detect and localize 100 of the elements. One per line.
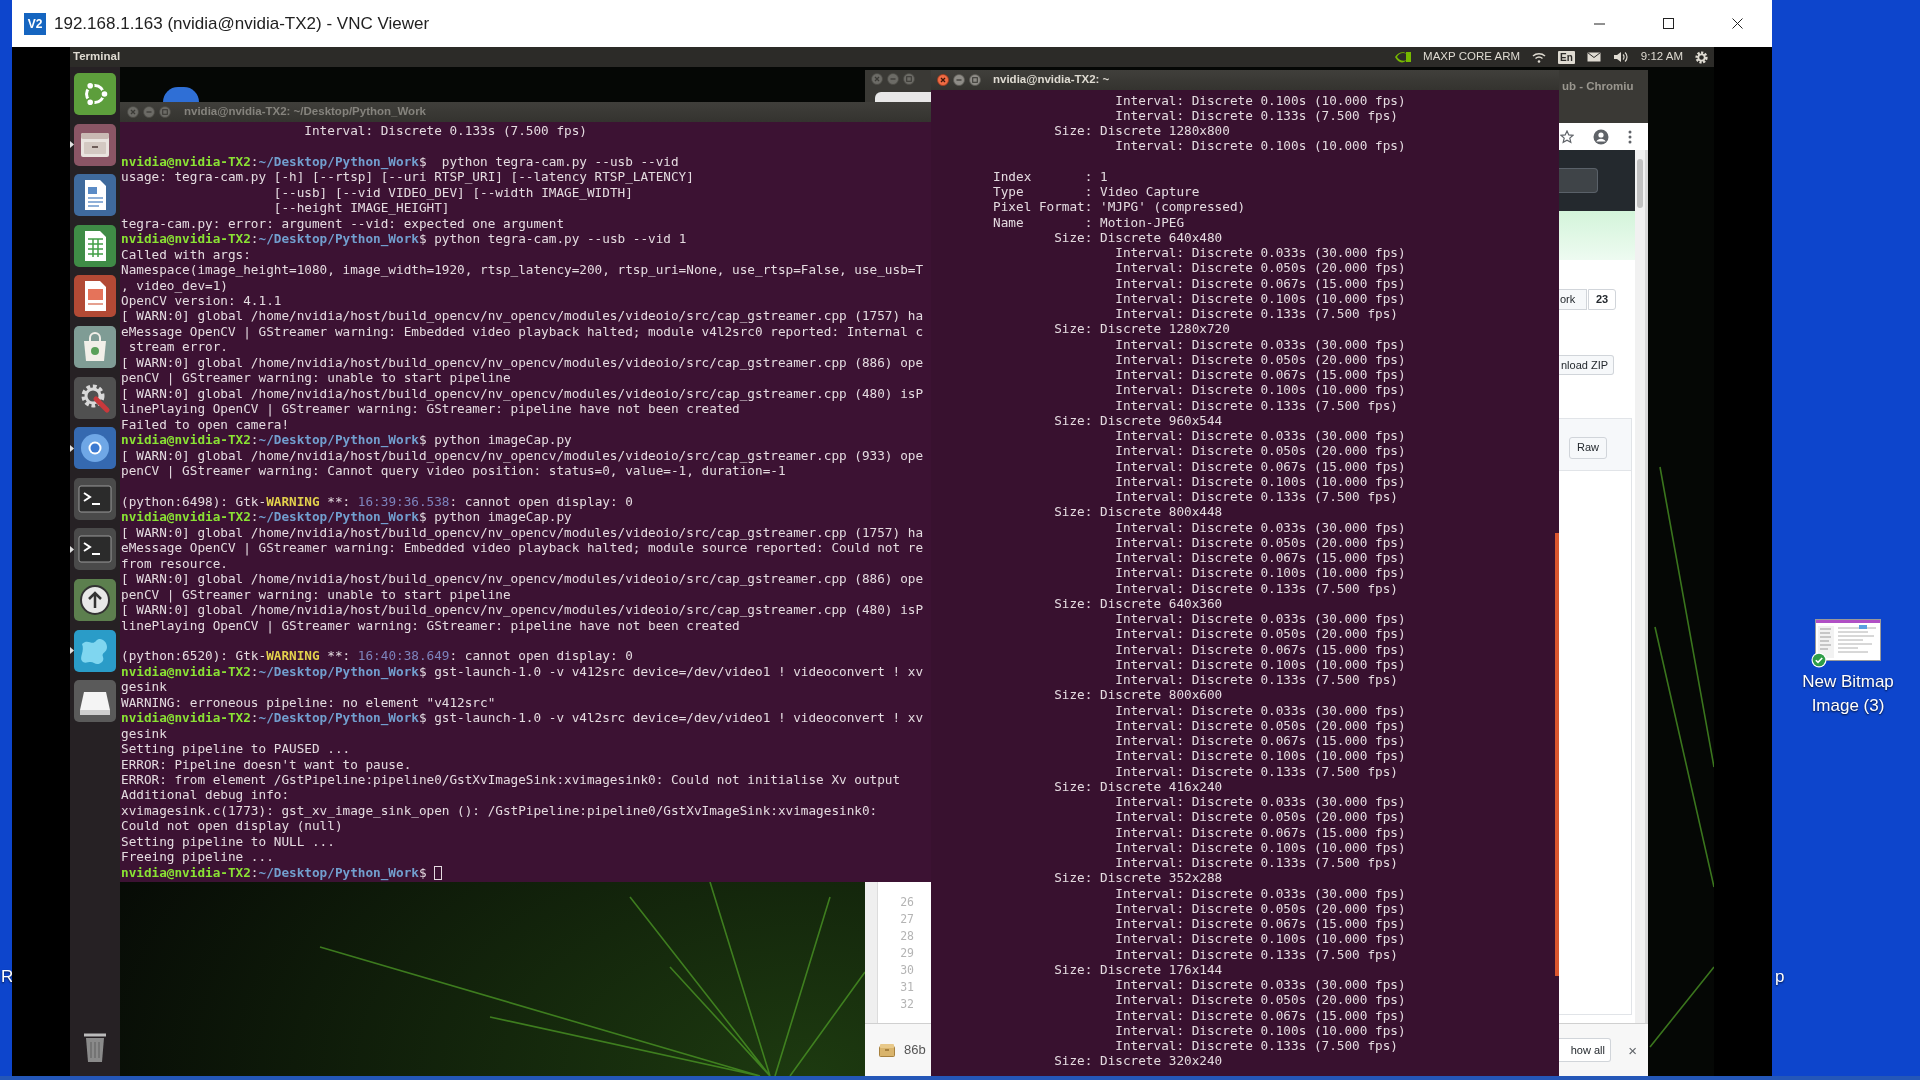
output-line: ERROR: from element /GstPipeline:pipeline0/GstXvImageSink:xvimagesink0: Could not initialise Xv output [121,772,901,788]
frame-size-line: Size: Discrete 320x240 [1054,1053,1223,1069]
frame-interval-line: Interval: Discrete 0.100s (10.000 fps) [1115,290,1406,306]
download-item[interactable]: 86b [865,1040,926,1060]
output-line: stream error. [128,339,228,355]
line-number: 29 [900,945,914,962]
frame-interval-line: Interval: Discrete 0.033s (30.000 fps) [1115,702,1406,718]
fork-count[interactable]: 23 [1588,289,1616,310]
frame-interval-line: Interval: Discrete 0.050s (20.000 fps) [1115,992,1406,1008]
command-line: nvidia@nvidia-TX2:~/Desktop/Python_Work$ gst-launch-1.0 -v v4l2src device=/dev/video1 ! videoconvert ! xv [121,710,924,726]
command-line: nvidia@nvidia-TX2:~/Desktop/Python_Work$ [121,864,427,880]
eye-logo-icon[interactable] [1394,51,1412,63]
drive-icon[interactable] [74,680,116,723]
line-number: 32 [900,996,914,1013]
line-number: 31 [900,979,914,996]
frame-interval-line: Interval: Discrete 0.067s (15.000 fps) [1115,550,1406,565]
frame-interval-line: Interval: Discrete 0.050s (20.000 fps) [1115,900,1406,916]
frame-interval-line: Interval: Discrete 0.033s (30.000 fps) [1115,611,1406,626]
warning-line: (python:6498): Gtk-WARNING **: 16:39:36.538: cannot open display: 0 [121,493,633,509]
desktop-icon-label[interactable]: p [1775,966,1785,988]
frame-interval-line: Interval: Discrete 0.133s (7.500 fps) [1115,489,1398,504]
frame-interval-line: Interval: Discrete 0.100s (10.000 fps) [1115,473,1406,489]
presentation-icon[interactable] [74,275,116,318]
line-number: 28 [900,928,914,945]
envelope-icon[interactable] [1586,52,1601,62]
wifi-icon[interactable] [1532,51,1546,63]
minimize-button[interactable] [953,74,965,86]
output-line: linePlaying OpenCV | GStreamer warning: GStreamer: pipeline have not been created [121,617,740,633]
close-button[interactable] [937,74,949,86]
frame-interval-line: Interval: Discrete 0.067s (15.000 fps) [1115,824,1406,840]
splash-icon[interactable] [74,629,116,672]
frame-interval-line: Interval: Discrete 0.050s (20.000 fps) [1115,534,1406,550]
image-thumbnail[interactable] [1815,619,1881,661]
clock[interactable]: 9:12 AM [1640,48,1683,66]
line-number: 30 [900,962,914,979]
desktop-icon-label[interactable]: New Bitmap Image (3) [1790,670,1906,718]
output-line: Interval: Discrete 0.133s (7.500 fps) [304,123,587,138]
search-field[interactable] [1559,168,1598,193]
frame-interval-line: Interval: Discrete 0.100s (10.000 fps) [1115,931,1406,947]
output-line: , video_dev=1) [121,277,228,293]
gear-wrench-icon[interactable] [74,376,116,419]
line-number: 26 [900,894,914,911]
bag-icon[interactable] [74,325,116,368]
frame-interval-line: Interval: Discrete 0.067s (15.000 fps) [1115,733,1406,748]
output-line: gesink [121,725,167,741]
indicator-label[interactable]: MAXP CORE ARM [1423,48,1520,66]
raw-button[interactable]: Raw [1569,436,1607,459]
close-button[interactable]: × [1628,1042,1637,1058]
format-field: Index : 1 [993,168,1108,184]
spreadsheet-icon[interactable] [74,224,116,267]
command-line: nvidia@nvidia-TX2:~/Desktop/Python_Work$ gst-launch-1.0 -v v412src device=/dev/video1 ! videoconvert ! xv [121,663,924,679]
keyboard-layout-indicator[interactable]: En [1558,50,1575,64]
output-line: [--height IMAGE_HEIGHT] [273,200,450,216]
output-line: [ WARN:0] global /home/nvidia/host/build_opencv/nv_opencv/modules/videoio/src/cap_gstreamer.cpp (933) ope [121,447,924,463]
frame-interval-line: Interval: Discrete 0.050s (20.000 fps) [1115,351,1406,367]
download-zip-button[interactable]: nload ZIP [1559,355,1614,375]
frame-interval-line: Interval: Discrete 0.033s (30.000 fps) [1115,336,1406,352]
output-line: Setting pipeline to NULL ... [121,833,335,849]
star-icon[interactable] [1560,129,1574,144]
frame-interval-line: Interval: Discrete 0.050s (20.000 fps) [1115,260,1406,276]
more-icon[interactable] [1628,129,1632,144]
scrollbar[interactable] [1635,150,1645,1023]
browser-icon[interactable] [74,427,116,470]
frame-interval-line: Interval: Discrete 0.100s (10.000 fps) [1115,748,1406,764]
format-field: Name : Motion-JPEG [993,214,1185,230]
frame-interval-line: Interval: Discrete 0.067s (15.000 fps) [1115,1007,1406,1023]
output-line: [ WARN:0] global /home/nvidia/host/build_opencv/nv_opencv/modules/videoio/src/cap_gstreamer.cpp (886) ope [121,354,924,370]
frame-interval-line: Interval: Discrete 0.100s (10.000 fps) [1115,656,1406,672]
frame-size-line: Size: Discrete 640x480 [1054,229,1223,245]
terminal-icon[interactable] [74,477,116,520]
frame-interval-line: Interval: Discrete 0.133s (7.500 fps) [1115,107,1398,123]
logo-icon[interactable] [74,73,116,115]
warning-line: (python:6520): Gtk-WARNING **: 16:40:38.649: cannot open display: 0 [121,648,633,664]
frame-interval-line: Interval: Discrete 0.033s (30.000 fps) [1115,794,1406,809]
command-line: nvidia@nvidia-TX2:~/Desktop/Python_Work$ python tegra-cam.py --usb --vid [121,153,679,169]
desktop-icon-label[interactable]: R [1,966,14,988]
frame-size-line: Size: Discrete 416x240 [1054,778,1223,794]
output-line: [ WARN:0] global /home/nvidia/host/build_opencv/nv_opencv/modules/videoio/src/cap_gstreamer.cpp (480) isP [121,385,924,401]
frame-interval-line: Interval: Discrete 0.133s (7.500 fps) [1115,855,1398,870]
volume-icon[interactable] [1612,51,1629,63]
frame-interval-line: Interval: Discrete 0.050s (20.000 fps) [1115,809,1406,825]
fork-button[interactable]: ork [1559,289,1587,310]
output-line: Additional debug info: [121,787,290,803]
drawer-icon[interactable] [74,123,116,166]
maximize-button[interactable] [969,74,981,86]
frame-interval-line: Interval: Discrete 0.067s (15.000 fps) [1115,641,1406,657]
terminal-icon[interactable] [74,528,116,571]
output-line: [ WARN:0] global /home/nvidia/host/build_opencv/nv_opencv/modules/videoio/src/cap_gstreamer.cpp (886) ope [121,571,924,587]
package-icon [879,1043,895,1057]
app-name: Terminal [73,49,121,65]
show-all-button[interactable]: how all [1559,1038,1611,1062]
frame-interval-line: Interval: Discrete 0.033s (30.000 fps) [1115,977,1406,992]
scrollbar-thumb[interactable] [1637,159,1643,208]
frame-interval-line: Interval: Discrete 0.067s (15.000 fps) [1115,275,1406,291]
output-line: Failed to open camera! [121,416,290,432]
document-icon[interactable] [74,174,116,217]
account-icon[interactable] [1593,128,1609,145]
output-line: Namespace(image_height=1080, image_width=1920, rtsp_latency=200, rtsp_uri=None, use_rtsp=False, use_usb=T [121,262,924,278]
command-line: nvidia@nvidia-TX2:~/Desktop/Python_Work$ python tegra-cam.py --usb --vid 1 [121,231,687,247]
settings-icon[interactable] [1695,50,1708,64]
